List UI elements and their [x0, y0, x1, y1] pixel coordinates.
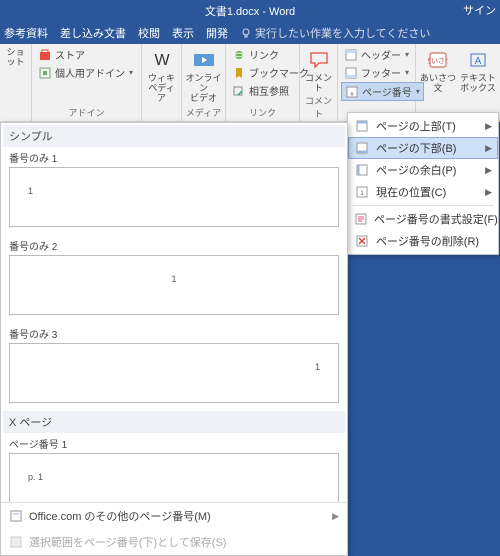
gallery-item-label: 番号のみ 3 [3, 323, 345, 343]
bulb-icon [240, 27, 252, 39]
menu-current-position[interactable]: 1 現在の位置(C) ▶ [348, 181, 498, 203]
menu-page-top[interactable]: ページの上部(T) ▶ [348, 115, 498, 137]
store-button[interactable]: ストア [35, 46, 136, 63]
menu-remove-pagenum[interactable]: ページ番号の削除(R) [348, 230, 498, 252]
save-selection: 選択範囲をページ番号(下)として保存(S) [1, 529, 347, 555]
menu-page-margin[interactable]: ページの余白(P) ▶ [348, 159, 498, 181]
dropdown-caret-icon: ▾ [129, 68, 133, 77]
gallery-category-simple: シンプル [3, 125, 345, 147]
gallery-item-label: 番号のみ 2 [3, 235, 345, 255]
gallery-thumb-only3[interactable]: 1 [9, 343, 339, 403]
tell-me-search[interactable]: 実行したい作業を入力してください [240, 25, 430, 41]
screenshot-button[interactable]: ショット [3, 46, 28, 68]
page-top-icon [354, 118, 370, 134]
gallery-thumb-only1[interactable]: 1 [9, 167, 339, 227]
header-button[interactable]: ヘッダー▾ [341, 46, 424, 63]
tab-mailings[interactable]: 差し込み文書 [60, 25, 126, 41]
menu-separator [352, 205, 494, 206]
textbox-button[interactable]: A テキスト ボックス [459, 46, 497, 94]
menu-page-bottom[interactable]: ページの下部(B) ▶ [348, 137, 498, 159]
format-icon [354, 211, 368, 227]
online-video-button[interactable]: オンライン ビデオ [185, 46, 222, 104]
gallery-thumb-only2[interactable]: 1 [9, 255, 339, 315]
link-icon [232, 48, 246, 62]
tab-references[interactable]: 参考資料 [4, 25, 48, 41]
gallery-category-xpage: X ページ [3, 411, 345, 433]
gallery-thumb-pagenum1[interactable]: p. 1 [9, 453, 339, 502]
page-number-button[interactable]: # ページ番号▾ [341, 82, 424, 101]
remove-icon [354, 233, 370, 249]
addin-icon [38, 66, 52, 80]
ribbon: ショット ストア 個人用アドイン ▾ アドイン W ウィキ ペディア [0, 44, 500, 122]
gallery-item-label: 番号のみ 1 [3, 147, 345, 167]
gallery-scroll[interactable]: シンプル 番号のみ 1 1 番号のみ 2 1 番号のみ 3 1 X ページ ペー… [1, 123, 347, 502]
svg-text:W: W [154, 52, 170, 69]
submenu-arrow-icon: ▶ [485, 143, 492, 154]
title-text: 文書1.docx - Word [205, 3, 295, 19]
sign-in-link[interactable]: サイン [463, 2, 496, 18]
svg-text:あいさつ: あいさつ [428, 57, 448, 65]
wikipedia-icon: W [150, 48, 174, 72]
submenu-arrow-icon: ▶ [332, 511, 339, 522]
gallery-item-label: ページ番号 1 [3, 433, 345, 453]
page-number-icon: # [345, 85, 359, 99]
textbox-icon: A [466, 48, 490, 72]
office-icon [9, 509, 23, 523]
current-pos-icon: 1 [354, 184, 370, 200]
submenu-arrow-icon: ▶ [485, 121, 492, 132]
submenu-arrow-icon: ▶ [485, 187, 492, 198]
submenu-arrow-icon: ▶ [485, 165, 492, 176]
tab-review[interactable]: 校閲 [138, 25, 160, 41]
tab-developer[interactable]: 開発 [206, 25, 228, 41]
comment-icon [307, 48, 331, 72]
header-icon [344, 48, 358, 62]
title-bar: 文書1.docx - Word サイン [0, 0, 500, 22]
page-number-submenu: ページの上部(T) ▶ ページの下部(B) ▶ ページの余白(P) ▶ 1 現在… [347, 112, 499, 255]
page-bottom-icon [354, 140, 370, 156]
page-margin-icon [354, 162, 370, 178]
save-icon [9, 535, 23, 549]
bookmark-icon [232, 66, 246, 80]
menu-format-pagenum[interactable]: ページ番号の書式設定(F)... [348, 208, 498, 230]
crossref-icon [232, 84, 246, 98]
ribbon-tabs: 参考資料 差し込み文書 校閲 表示 開発 実行したい作業を入力してください [0, 22, 500, 44]
comment-button[interactable]: コメント [303, 46, 334, 94]
my-addins-button[interactable]: 個人用アドイン ▾ [35, 64, 136, 81]
greeting-button[interactable]: あいさつ あいさつ 文 [419, 46, 457, 94]
svg-text:A: A [475, 56, 482, 67]
video-icon [192, 48, 216, 72]
tab-view[interactable]: 表示 [172, 25, 194, 41]
more-from-office[interactable]: Office.com のその他のページ番号(M) ▶ [1, 503, 347, 529]
greeting-icon: あいさつ [426, 48, 450, 72]
store-icon [38, 48, 52, 62]
footer-icon [344, 66, 358, 80]
footer-button[interactable]: フッター▾ [341, 64, 424, 81]
wikipedia-button[interactable]: W ウィキ ペディア [145, 46, 178, 104]
gallery-footer: Office.com のその他のページ番号(M) ▶ 選択範囲をページ番号(下)… [1, 502, 347, 555]
page-number-gallery: シンプル 番号のみ 1 1 番号のみ 2 1 番号のみ 3 1 X ページ ペー… [0, 122, 348, 556]
